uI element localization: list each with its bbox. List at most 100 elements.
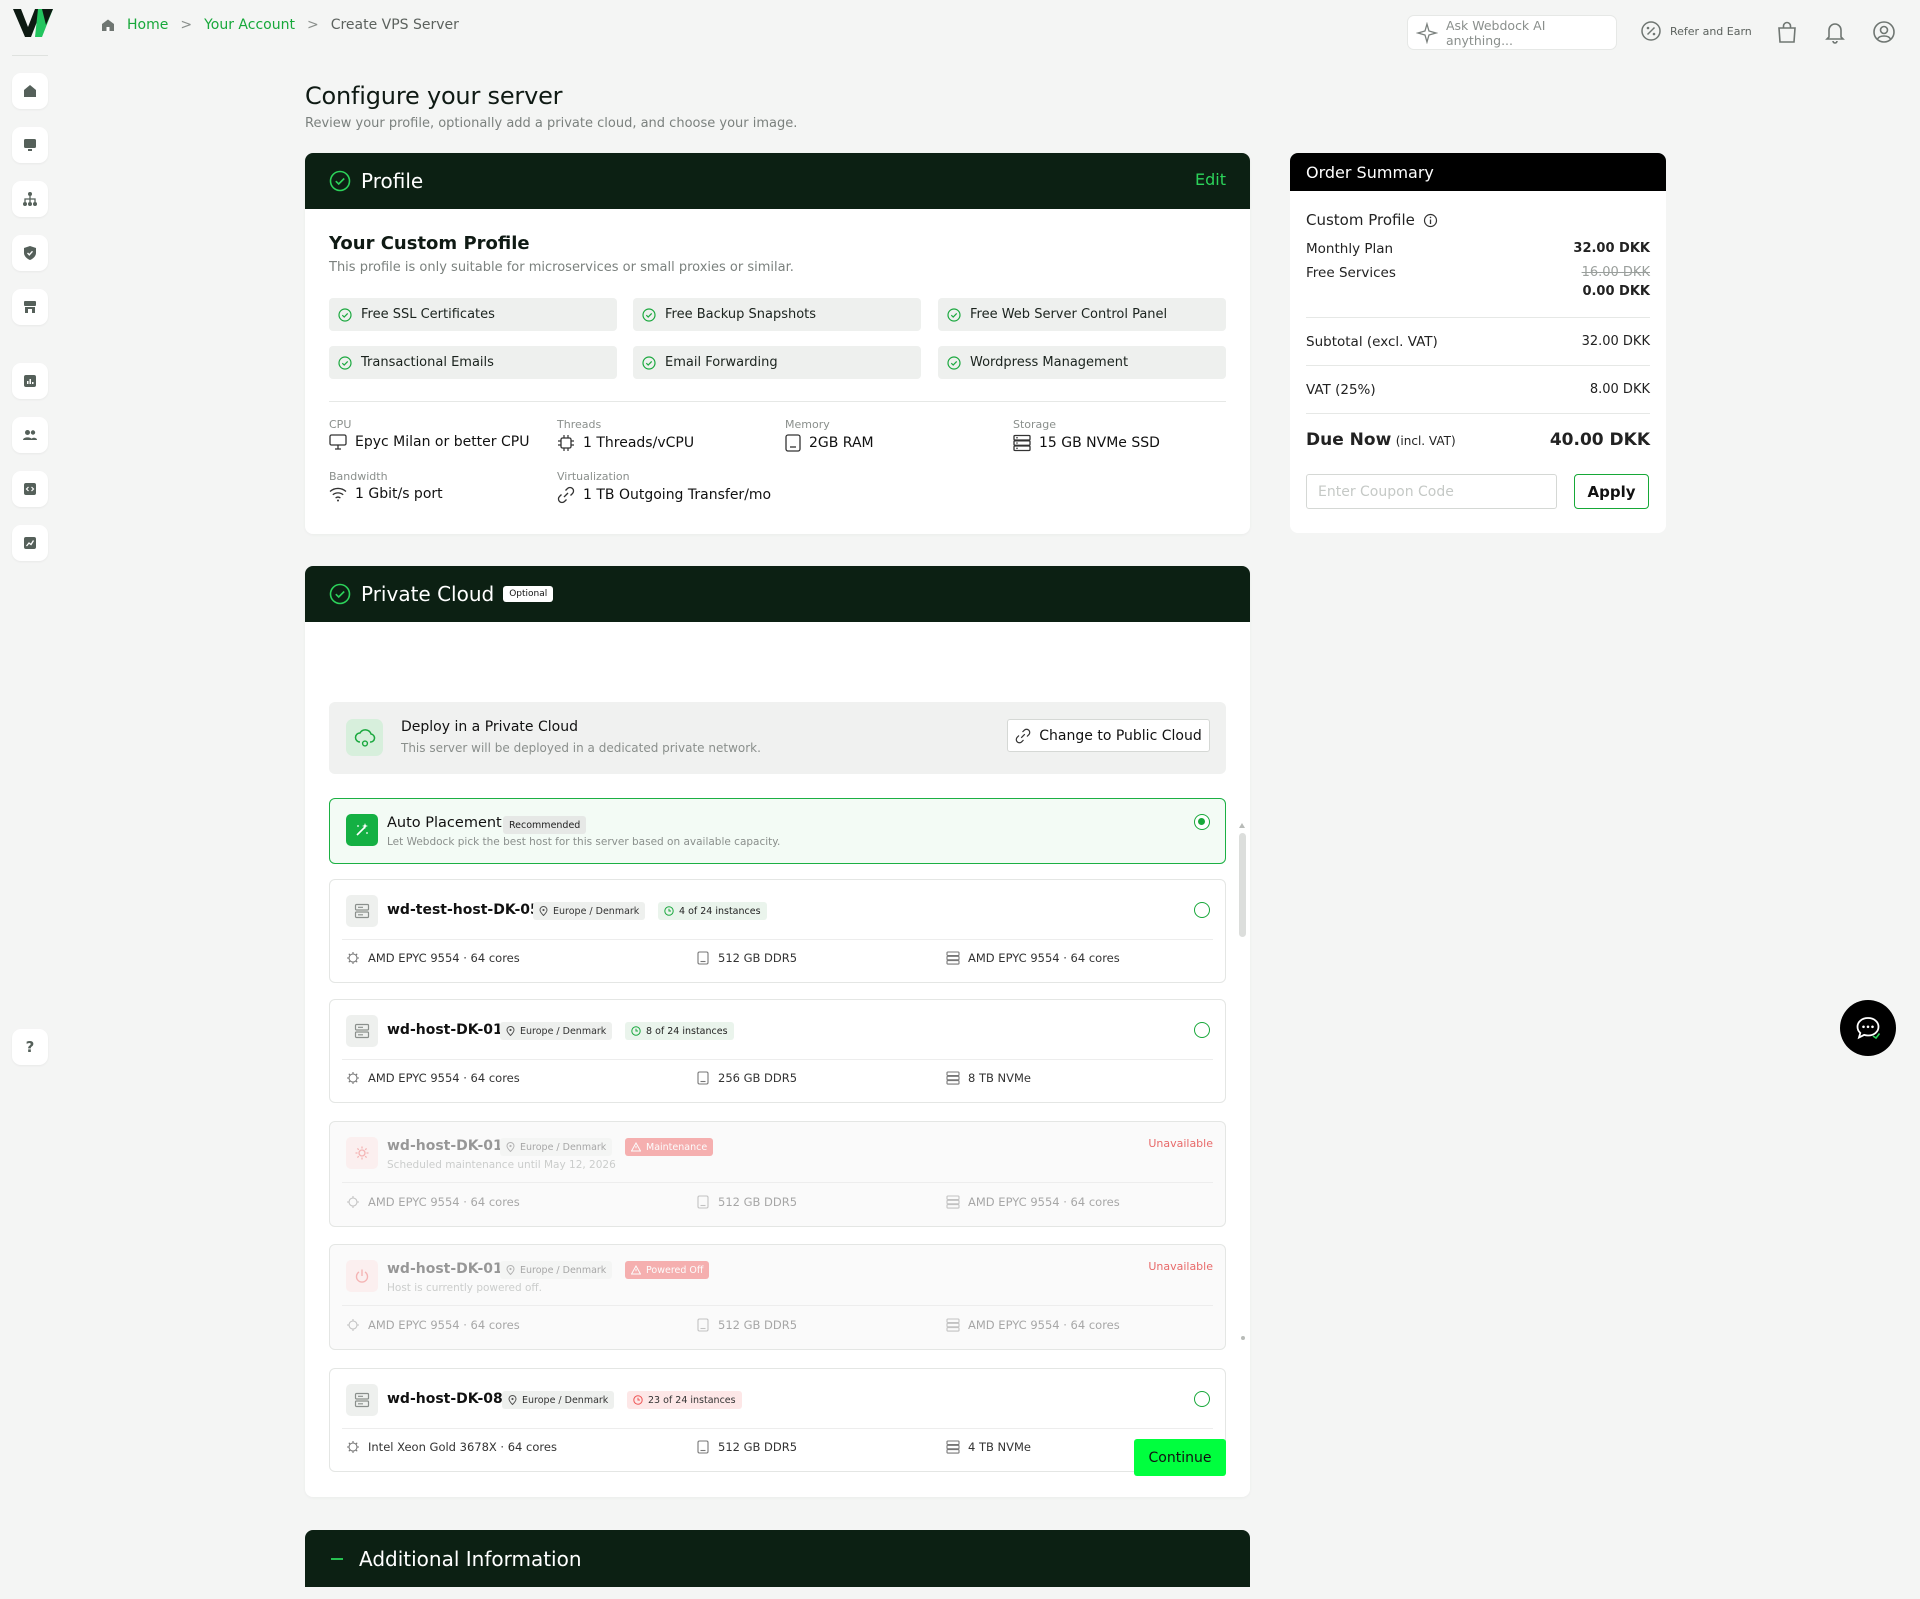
host-cpu-spec: AMD EPYC 9554 · 64 cores [346,1318,520,1332]
chip-icon [347,1441,359,1453]
due-value: 40.00 DKK [1549,430,1650,450]
capacity-badge: 4 of 24 instances [658,902,767,920]
host-list-scrollbar[interactable] [1239,833,1246,937]
change-to-public-cloud-label: Change to Public Cloud [1039,727,1202,744]
host-radio[interactable] [1194,1022,1210,1038]
host-storage-spec: AMD EPYC 9554 · 64 cores [946,951,1120,965]
chat-support-button[interactable] [1840,1000,1896,1056]
storage-icon [946,1440,960,1454]
host-cpu-spec: AMD EPYC 9554 · 64 cores [346,951,520,965]
auto-placement-radio[interactable] [1194,814,1210,830]
breadcrumb-separator: > [180,17,193,33]
chip-icon [347,1072,359,1084]
check-circle-icon [947,355,961,370]
spec-value: 15 GB NVMe SSD [1039,435,1160,451]
bell-icon [1825,23,1845,44]
sidebar-item-stats[interactable] [12,363,48,399]
host-cpu: AMD EPYC 9554 · 64 cores [368,1195,520,1209]
spec-label: Storage [1013,418,1057,431]
host-option[interactable]: wd-test-host-DK-05 Europe / Denmark 4 of… [329,879,1226,983]
power-icon-box [346,1260,378,1292]
profile-header-title: Profile [361,169,424,193]
notifications-button[interactable] [1824,20,1846,44]
breadcrumb-home[interactable]: Home [127,17,168,33]
spec-threads: Threads 1 Threads/vCPU [557,418,694,452]
summary-due: Due Now (incl. VAT) 40.00 DKK [1306,430,1650,450]
host-ram-spec: 512 GB DDR5 [696,951,797,965]
host-cpu-spec: AMD EPYC 9554 · 64 cores [346,1071,520,1085]
deploy-title: Deploy in a Private Cloud [401,719,578,735]
clock-icon [633,1395,643,1405]
sidebar-item-network[interactable] [12,181,48,217]
subtotal-label: Subtotal (excl. VAT) [1306,334,1438,350]
capacity-badge: 8 of 24 instances [625,1022,734,1040]
sidebar-item-api[interactable] [12,471,48,507]
cart-button[interactable] [1776,20,1798,44]
spec-label: CPU [329,418,352,431]
feature-label: Free Web Server Control Panel [970,307,1168,322]
profile-name: Your Custom Profile [329,233,530,254]
divider [1306,365,1650,366]
deploy-private-cloud-panel: Deploy in a Private Cloud This server wi… [329,702,1226,774]
sidebar-item-reports[interactable] [12,525,48,561]
host-radio[interactable] [1194,902,1210,918]
monthly-label: Monthly Plan [1306,241,1394,257]
summary-monthly: Monthly Plan 32.00 DKK [1306,241,1650,257]
sidebar-item-servers[interactable] [12,127,48,163]
coupon-input[interactable] [1306,474,1557,509]
monthly-value: 32.00 DKK [1573,241,1650,256]
user-circle-icon [1873,21,1895,43]
host-storage: 4 TB NVMe [968,1440,1032,1454]
host-name: wd-host-DK-08 [387,1391,503,1407]
change-to-public-cloud-button[interactable]: Change to Public Cloud [1007,719,1210,752]
due-note: (incl. VAT) [1395,434,1456,448]
magic-wand-icon [356,823,368,836]
host-storage-spec: 4 TB NVMe [946,1440,1031,1454]
clock-icon [664,906,674,916]
sidebar-item-home[interactable] [12,73,48,109]
divider [342,1059,1213,1060]
apply-coupon-button[interactable]: Apply [1574,474,1649,509]
info-icon[interactable] [1423,213,1438,228]
continue-button[interactable]: Continue [1134,1439,1226,1476]
page-subtitle: Review your profile, optionally add a pr… [305,116,798,131]
refer-and-earn-link[interactable]: Refer and Earn [1640,20,1752,42]
chip-icon [347,1196,359,1208]
sidebar-item-store[interactable] [12,289,48,325]
host-storage-spec: 8 TB NVMe [946,1071,1031,1085]
feature-chip: Transactional Emails [329,346,617,379]
host-option[interactable]: wd-host-DK-08 Europe / Denmark 23 of 24 … [329,1368,1226,1472]
check-circle-icon [329,170,351,192]
scrollbar-up-arrow[interactable] [1239,823,1245,828]
host-ram-spec: 512 GB DDR5 [696,1195,797,1209]
sidebar-item-team[interactable] [12,417,48,453]
breadcrumb: Home > Your Account > Create VPS Server [101,17,459,33]
question-icon: ? [25,1038,35,1056]
feature-label: Free Backup Snapshots [665,307,817,322]
host-storage: 8 TB NVMe [968,1071,1032,1085]
subtotal-value: 32.00 DKK [1581,334,1650,349]
minus-icon [331,1557,343,1560]
chart-icon [24,375,36,387]
ai-search-input[interactable]: Ask Webdock AI anything... [1407,15,1617,50]
additional-information-header[interactable]: Additional Information [305,1530,1250,1587]
capacity-label: 23 of 24 instances [648,1394,736,1406]
divider [1306,317,1650,318]
edit-profile-link[interactable]: Edit [1195,170,1226,189]
server-icon [354,903,370,919]
users-icon [23,430,37,440]
host-option[interactable]: wd-host-DK-01 Europe / Denmark 8 of 24 i… [329,999,1226,1103]
capacity-label: 4 of 24 instances [679,905,761,917]
host-name: wd-host-DK-01 [387,1138,503,1154]
host-radio[interactable] [1194,1391,1210,1407]
sidebar-item-security[interactable] [12,235,48,271]
order-summary-header: Order Summary [1290,153,1666,191]
host-ram-spec: 512 GB DDR5 [696,1440,797,1454]
breadcrumb-account[interactable]: Your Account [204,17,295,33]
user-menu-button[interactable] [1872,20,1896,44]
auto-placement-option[interactable]: Auto Placement Recommended Let Webdock p… [329,798,1226,864]
private-cloud-title: Private Cloud [361,582,495,606]
unavailable-label: Unavailable [1148,1137,1213,1150]
spec-cpu: CPU Epyc Milan or better CPU [329,418,529,450]
help-button[interactable]: ? [12,1029,48,1065]
